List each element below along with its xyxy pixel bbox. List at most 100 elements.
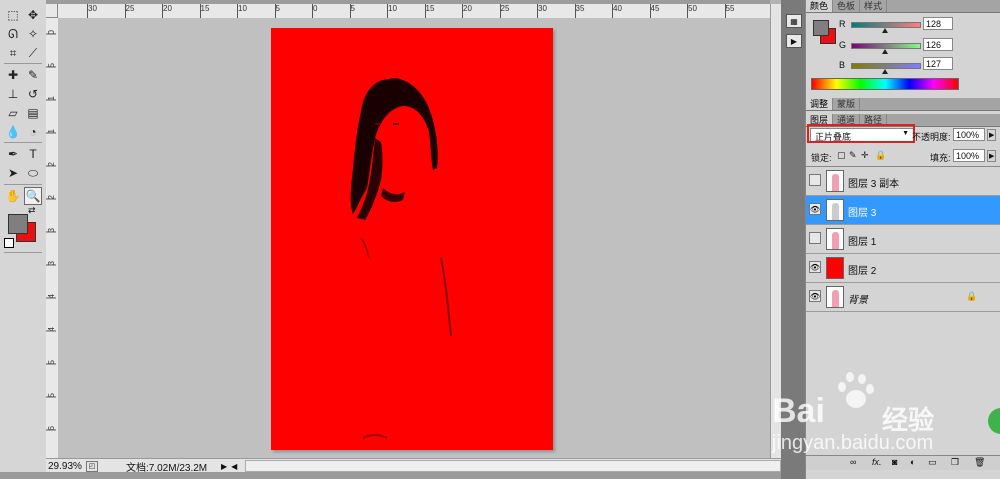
dodge-icon[interactable]: ◔ xyxy=(24,123,42,141)
lock-transparency-icon[interactable]: ▢ xyxy=(837,150,846,161)
layer-row[interactable]: 图层 1 xyxy=(806,225,1000,254)
green-slider-thumb[interactable] xyxy=(882,49,888,54)
layer-row[interactable]: 👁 图层 2 xyxy=(806,254,1000,283)
scroll-left-icon[interactable]: ◀ xyxy=(231,462,237,471)
horizontal-ruler[interactable]: 30 25 20 15 10 5 0 5 10 15 20 25 30 35 40 45 50 55 xyxy=(58,4,770,19)
ruler-tick: 3 xyxy=(47,228,56,233)
eye-icon[interactable]: 👁 xyxy=(809,203,821,215)
fill-arrow-icon[interactable]: ▶ xyxy=(987,150,997,162)
blue-label: B xyxy=(839,60,846,70)
ruler-tick: 2 xyxy=(47,162,56,167)
layer-row[interactable]: 👁 图层 3 xyxy=(806,196,1000,225)
ruler-tick: 4 xyxy=(47,294,56,299)
ruler-tick: 25 xyxy=(124,4,135,18)
visibility-toggle[interactable] xyxy=(809,232,821,244)
healing-brush-icon[interactable]: ✚ xyxy=(4,66,22,84)
status-menu-icon[interactable]: ◰ xyxy=(86,460,98,472)
layer-row[interactable]: 👁 背景 🔒 xyxy=(806,283,1000,312)
group-icon[interactable]: ▭ xyxy=(928,457,937,468)
blur-icon[interactable]: 💧 xyxy=(4,123,22,141)
ruler-tick: 50 xyxy=(687,4,697,18)
ruler-tick: 1 xyxy=(47,96,56,101)
tab-swatches[interactable]: 色板 xyxy=(833,0,861,12)
eye-icon[interactable]: 👁 xyxy=(809,261,821,273)
ruler-tick: 10 xyxy=(237,4,247,18)
move-icon[interactable]: ✥ xyxy=(24,6,42,24)
history-panel-icon[interactable]: ▦ xyxy=(786,14,802,28)
lock-position-icon[interactable]: ✛ xyxy=(861,150,869,161)
layer-name[interactable]: 图层 3 xyxy=(848,204,876,219)
path-selection-icon[interactable]: ➤ xyxy=(4,164,22,182)
layer-name[interactable]: 图层 3 副本 xyxy=(848,175,899,190)
new-layer-icon[interactable]: ❐ xyxy=(951,457,959,468)
status-arrow-icon[interactable]: ▶ xyxy=(221,462,227,471)
green-value-field[interactable]: 126 xyxy=(923,38,953,51)
crop-icon[interactable]: ⌗ xyxy=(4,44,22,62)
actions-panel-icon[interactable]: ▶ xyxy=(786,34,802,48)
ruler-tick: 20 xyxy=(162,4,172,18)
fill-field[interactable]: 100% xyxy=(953,149,985,162)
tab-masks[interactable]: 蒙版 xyxy=(833,98,861,110)
opacity-label: 不透明度: xyxy=(912,132,951,142)
link-icon[interactable]: ∞ xyxy=(850,457,856,467)
ruler-origin[interactable] xyxy=(46,4,58,18)
ruler-tick: 45 xyxy=(649,4,660,18)
color-fg-swatch-front[interactable] xyxy=(813,20,829,36)
lasso-icon[interactable]: ᘏ xyxy=(4,25,22,43)
ruler-tick: 35 xyxy=(574,4,585,18)
layers-list: 图层 3 副本 👁 图层 3 图层 1 👁 图层 2 👁 背景 🔒 xyxy=(806,166,1000,315)
color-spectrum-ramp[interactable] xyxy=(811,78,959,90)
zoom-icon[interactable]: 🔍 xyxy=(24,187,42,205)
fx-icon[interactable]: fx. xyxy=(872,457,882,467)
pen-icon[interactable]: ✒ xyxy=(4,145,22,163)
hand-icon[interactable]: ✋ xyxy=(4,187,22,205)
mask-icon[interactable]: ◙ xyxy=(892,457,897,467)
adjustment-icon[interactable]: ◐ xyxy=(910,457,915,467)
layer-name[interactable]: 图层 2 xyxy=(848,262,876,277)
history-brush-icon[interactable]: ↺ xyxy=(24,85,42,103)
right-panels: 颜色 色板 样式 R 128 G 126 B 127 调整 蒙版 图层 通道 路… xyxy=(805,0,1000,479)
visibility-toggle[interactable] xyxy=(809,174,821,186)
default-colors-icon[interactable] xyxy=(4,238,14,248)
opacity-field[interactable]: 100% xyxy=(953,128,985,141)
lock-all-icon[interactable]: 🔒 xyxy=(875,150,886,161)
ruler-tick: 0 xyxy=(311,4,318,18)
eye-icon[interactable]: 👁 xyxy=(809,290,821,302)
layer-row[interactable]: 图层 3 副本 xyxy=(806,167,1000,196)
brush-icon[interactable]: ✎ xyxy=(24,66,42,84)
fill-label: 填充: xyxy=(930,153,951,163)
blue-slider-thumb[interactable] xyxy=(882,69,888,74)
red-slider-thumb[interactable] xyxy=(882,28,888,33)
horizontal-scrollbar[interactable] xyxy=(245,460,781,472)
type-icon[interactable]: T xyxy=(24,145,42,163)
blue-value-field[interactable]: 127 xyxy=(923,57,953,70)
layer-thumbnail xyxy=(826,286,844,308)
marquee-icon[interactable]: ⬚ xyxy=(4,6,22,24)
ruler-tick: 5 xyxy=(274,4,280,18)
lock-pixels-icon[interactable]: ✎ xyxy=(849,150,857,161)
swap-colors-icon[interactable]: ⇄ xyxy=(28,205,36,216)
document-canvas[interactable] xyxy=(271,28,553,450)
magic-wand-icon[interactable]: ✧ xyxy=(24,25,42,43)
ruler-tick: 5 xyxy=(349,4,355,18)
gradient-icon[interactable]: ▤ xyxy=(24,104,42,122)
opacity-arrow-icon[interactable]: ▶ xyxy=(987,129,997,141)
tab-adjustments[interactable]: 调整 xyxy=(806,98,834,110)
red-value-field[interactable]: 128 xyxy=(923,17,953,30)
tab-color[interactable]: 颜色 xyxy=(806,0,834,12)
trash-icon[interactable]: 🗑 xyxy=(974,457,985,468)
eyedropper-icon[interactable]: ⟋ xyxy=(24,44,42,62)
ellipse-icon[interactable]: ⬭ xyxy=(24,164,42,182)
layer-name[interactable]: 图层 1 xyxy=(848,233,876,248)
red-label: R xyxy=(839,19,846,29)
clone-stamp-icon[interactable]: ⊥ xyxy=(4,85,22,103)
eraser-icon[interactable]: ▱ xyxy=(4,104,22,122)
ruler-tick: 15 xyxy=(424,4,435,18)
tab-styles[interactable]: 样式 xyxy=(860,0,888,12)
blend-mode-highlight xyxy=(807,124,915,143)
layer-thumbnail xyxy=(826,170,844,192)
zoom-level[interactable]: 29.93% xyxy=(46,461,84,472)
layer-name[interactable]: 背景 xyxy=(848,291,868,306)
foreground-color-swatch-front[interactable] xyxy=(8,214,28,234)
ruler-tick: 5 xyxy=(47,360,56,365)
